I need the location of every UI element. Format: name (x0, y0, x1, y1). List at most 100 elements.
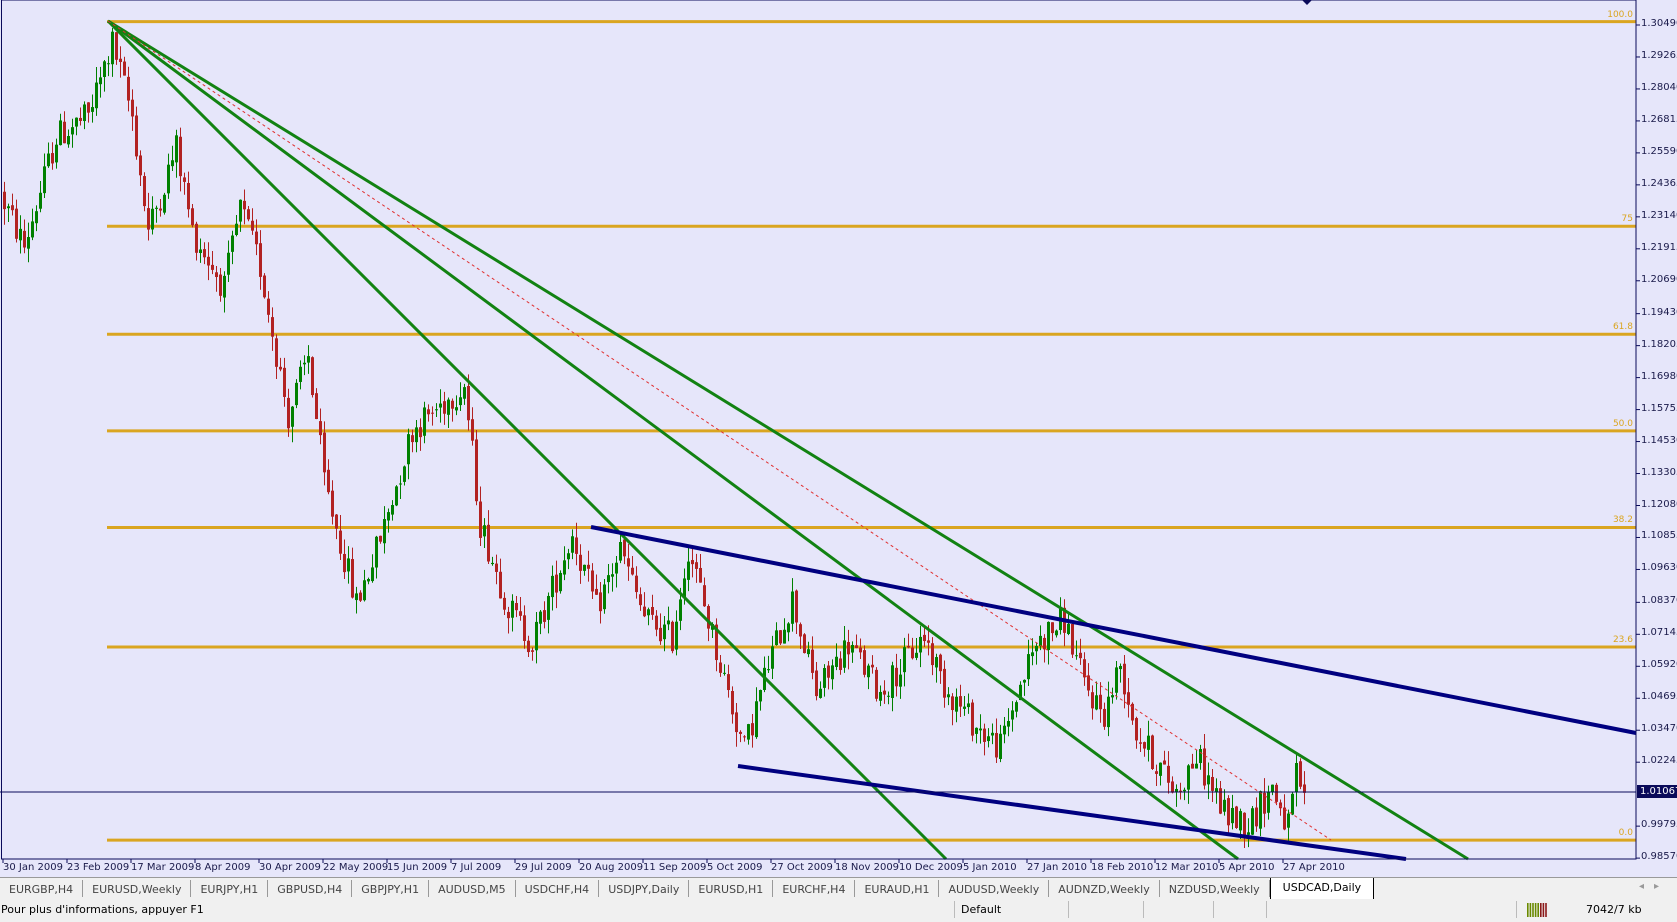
candle-body (1235, 806, 1238, 828)
candle-body (495, 563, 498, 572)
candle (643, 592, 646, 618)
candle-body (959, 696, 962, 707)
candle (159, 199, 162, 217)
candle (459, 382, 462, 412)
chart-tab[interactable]: EURGBP,H4 (0, 880, 84, 897)
candle-body (103, 61, 106, 78)
candle (1179, 782, 1182, 800)
chart-tab[interactable]: EURUSD,Weekly (83, 880, 192, 897)
candle (471, 407, 474, 446)
chart-tabs[interactable]: EURGBP,H4 EURUSD,Weekly EURJPY,H1 GBPUSD,H4… (0, 877, 1677, 900)
fibonacci-retracement[interactable] (107, 20, 1636, 842)
candle-body (255, 231, 258, 245)
candle-body (51, 153, 54, 164)
candle (647, 607, 650, 626)
candle-body (555, 574, 558, 593)
candle-body (887, 695, 890, 697)
chart-tab[interactable]: EURJPY,H1 (191, 880, 269, 897)
chart-tab[interactable]: GBPUSD,H4 (268, 880, 353, 897)
channel-lower-line[interactable] (737, 764, 1407, 861)
chart-tab[interactable]: AUDNZD,Weekly (1049, 880, 1160, 897)
candle (787, 622, 790, 642)
chart-tab[interactable]: USDJPY,Daily (599, 880, 690, 897)
candle (75, 117, 78, 136)
candle-body (1183, 789, 1186, 792)
chart-tab[interactable]: EURUSD,H1 (689, 880, 774, 897)
candle-body (591, 570, 594, 592)
chart-shift-marker[interactable] (1302, 0, 1312, 5)
candle (7, 203, 10, 223)
candle-body (739, 731, 742, 734)
candle-body (355, 593, 358, 601)
candle (1159, 762, 1162, 786)
candle (1191, 753, 1194, 769)
candle-body (1031, 652, 1034, 657)
trendlines[interactable] (0, 19, 1637, 861)
candle-body (1163, 760, 1166, 765)
candle (1247, 818, 1250, 848)
candle (763, 656, 766, 693)
candle-body (1087, 675, 1090, 691)
candle (551, 565, 554, 611)
candle (31, 208, 34, 241)
candle-body (547, 595, 550, 620)
price-tick-label: 1.29265 (1641, 49, 1677, 61)
chart-tab[interactable]: EURCHF,H4 (773, 880, 856, 897)
fan-line-3[interactable] (107, 19, 1469, 861)
candle (1143, 741, 1146, 757)
fan-line-1[interactable] (106, 19, 948, 861)
candle (95, 66, 98, 116)
chart-tab[interactable]: EURAUD,H1 (855, 880, 940, 897)
candle (391, 500, 394, 521)
chart-tab[interactable]: AUDUSD,M5 (429, 880, 516, 897)
candle-body (787, 623, 790, 633)
candle (1035, 643, 1038, 665)
candle (951, 693, 954, 726)
candle-body (1079, 652, 1082, 659)
candle (251, 208, 254, 235)
candle (135, 106, 138, 160)
chart-tab[interactable]: USDCHF,H4 (516, 880, 600, 897)
candle (139, 150, 142, 187)
candle (919, 625, 922, 668)
tab-scroll-arrows[interactable]: ◂▸ (1639, 881, 1669, 892)
channel-upper-line[interactable] (590, 525, 1637, 735)
chart-tab[interactable]: NZDUSD,Weekly (1160, 880, 1270, 897)
price-tick-label: 1.20690 (1641, 273, 1677, 285)
candle-body (875, 669, 878, 699)
chart-tab[interactable]: GBPJPY,H1 (352, 880, 430, 897)
chart-tab[interactable]: USDCAD,Daily (1269, 878, 1375, 900)
current-price-label: 1.01067 (1637, 785, 1677, 798)
candle-body (987, 736, 990, 742)
candle-body (1047, 621, 1050, 650)
candles (3, 28, 1306, 849)
candle-body (655, 615, 658, 630)
fan-line-2[interactable] (107, 19, 1239, 861)
candle (1267, 785, 1270, 820)
fib-level-label: 100.0 (1607, 9, 1633, 20)
candle (543, 601, 546, 629)
candle (507, 606, 510, 634)
candle-body (563, 560, 566, 575)
candle (231, 230, 234, 265)
price-chart[interactable] (0, 0, 1677, 877)
candle (1023, 679, 1026, 696)
candle (971, 699, 974, 742)
candle (947, 687, 950, 706)
fib-level-label: 38.2 (1612, 515, 1633, 526)
candle-body (559, 572, 562, 592)
candle-body (167, 164, 170, 194)
candle (827, 660, 830, 690)
signal-bar (1542, 903, 1545, 917)
candle-body (627, 558, 630, 567)
candle (67, 129, 70, 148)
chart-area[interactable]: 1.30490 1.29265 1.28040 1.26815 1.25590 1.243… (0, 0, 1677, 877)
candle (487, 510, 490, 564)
candle-body (1287, 813, 1290, 828)
candle-body (151, 208, 154, 230)
candle-body (411, 435, 414, 443)
candle-body (1167, 765, 1170, 783)
chart-tab[interactable]: AUDUSD,Weekly (939, 880, 1050, 897)
candle (1203, 733, 1206, 790)
candle (619, 533, 622, 564)
